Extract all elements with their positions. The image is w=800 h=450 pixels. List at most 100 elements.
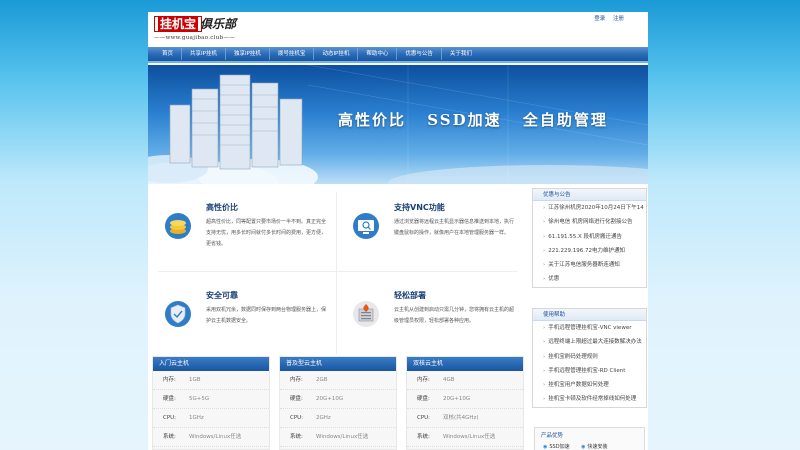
plan-row: 硬盘: 5G+5G (153, 390, 269, 409)
feature-title: 轻松部署 (394, 291, 426, 300)
notice-item[interactable]: 关于江苏电信服务器断连通知 (533, 258, 646, 272)
plan-row: CPU: 双核(共4GHz) (407, 409, 523, 428)
plan-value: 20G+10G (316, 396, 344, 402)
help-item[interactable]: 挂机宝用户数据如何处理 (533, 378, 646, 392)
plan-value: 4GB (443, 377, 455, 383)
feature-desc: 采用双机冗余，数据同时保存到两台物理服务器上，保护云主机数据安全。 (206, 307, 327, 324)
plan-field: 硬盘: (290, 396, 303, 402)
plan-card[interactable]: 双核云主机 内存: 4GB 硬盘: 20G+10G CPU: 双核(共4GHz) 系统… (406, 356, 524, 450)
slogan-ssd: SSD加速 (427, 111, 502, 129)
plan-value: 2GHz (316, 415, 331, 421)
plan-value: 双核(共4GHz) (443, 415, 479, 421)
help-item[interactable]: 挂机宝卡顿及软件经常掉线如何处理 (533, 392, 646, 406)
nav-help[interactable]: 帮助中心 (358, 47, 396, 61)
hero-banner: 高性价比 SSD加速 全自助管理 (148, 65, 648, 184)
plan-row: 内存: 4GB (407, 371, 523, 390)
notice-item[interactable]: 61.191.55.X 段机房搬迁通告 (533, 230, 646, 244)
plan-card[interactable]: 普及型云主机 内存: 2GB 硬盘: 20G+10G CPU: 2GHz 系统: Win… (279, 356, 397, 450)
plan-row: 内存: 2GB (280, 371, 396, 390)
plan-value: Windows/Linux任选 (316, 434, 369, 440)
top-links: 登录 注册 (588, 14, 624, 22)
register-link[interactable]: 注册 (613, 16, 624, 22)
nav-about[interactable]: 关于我们 (442, 47, 480, 61)
product-advantage-item: SSD加速 (543, 444, 570, 450)
plan-card[interactable]: 入门云主机 内存: 1GB 硬盘: 5G+5G CPU: 1GHz 系统: Window… (152, 356, 270, 450)
plan-value: 1GB (189, 377, 201, 383)
notice-title[interactable]: 优惠与公告 (533, 189, 646, 201)
feature-item: 轻松部署 云主机从创建到启动只需几分钟，您将拥有云主机的超级管理员权限，轻松部署… (336, 272, 524, 360)
help-panel: 使用帮助 手机远程管理挂机宝-VNC viewer 远程终端上限超过最大连接数解… (532, 308, 647, 408)
feature-item: 高性价比 超高性价比，同等配置只要市场价一半不到。真正完全支持无忧，用多长时间就… (148, 184, 336, 272)
plan-field: 系统: (290, 434, 303, 440)
feature-desc: 通过浏览器将远程云主机显示器信息推送到本地，执行键盘鼠标的操作，就像用户在本地管… (394, 219, 515, 236)
plan-field: CPU: (163, 415, 177, 421)
feature-title: 高性价比 (206, 203, 238, 212)
plan-row: 系统: Windows/Linux任选 (280, 428, 396, 447)
help-item[interactable]: 挂机宝刷码处理规则 (533, 350, 646, 364)
plan-title[interactable]: 双核云主机 (407, 357, 523, 371)
notice-item[interactable]: 221.229.196.72电力维护通知 (533, 244, 646, 258)
help-title[interactable]: 使用帮助 (533, 309, 646, 321)
nav-dialup[interactable]: 拨号挂机宝 (270, 47, 314, 61)
nav-dynamic-ip[interactable]: 动态IP挂机 (314, 47, 357, 61)
nav-separator (268, 48, 270, 60)
nav-shared-ip[interactable]: 共享IP挂机 (182, 47, 225, 61)
feature-desc: 云主机从创建到启动只需几分钟，您将拥有云主机的超级管理员权限，轻松部署各种应用。 (394, 307, 515, 324)
nav-separator (357, 48, 359, 60)
plan-row: 硬盘: 20G+10G (407, 390, 523, 409)
slogan-value: 高性价比 (338, 111, 407, 129)
feature-title: 安全可靠 (206, 291, 238, 300)
help-item[interactable]: 手机远程管理挂机宝-VNC viewer (533, 321, 646, 335)
nav-promotions[interactable]: 优惠与公告 (397, 47, 441, 61)
page-container: 挂机宝 俱乐部 ——www.guajibao.club—— 登录 注册 首页 共… (148, 12, 648, 450)
plan-field: 内存: (163, 377, 176, 383)
plan-value: 20G+10G (443, 396, 471, 402)
plan-value: Windows/Linux任选 (189, 434, 242, 440)
login-link[interactable]: 登录 (594, 16, 605, 22)
coins-icon (165, 213, 191, 239)
plan-value: 1GHz (189, 415, 204, 421)
product-advantage-title: 产品优势 (541, 433, 564, 439)
notice-item[interactable]: 徐州电信 机房网络进行化割接公告 (533, 215, 646, 229)
plan-field: 内存: (417, 377, 430, 383)
plan-title[interactable]: 普及型云主机 (280, 357, 396, 371)
help-item[interactable]: 手机远程管理挂机宝-RD Client (533, 364, 646, 378)
feature-desc: 超高性价比，同等配置只要市场价一半不到。真正完全支持无忧，用多长时间就付多长时间… (206, 219, 327, 247)
plan-row: 系统: Windows/Linux任选 (407, 428, 523, 447)
plan-field: 系统: (163, 434, 176, 440)
help-item[interactable]: 远程终端上限超过最大连接数解决办法 (533, 335, 646, 349)
nav-separator (224, 48, 226, 60)
site-logo[interactable]: 挂机宝 俱乐部 ——www.guajibao.club—— (154, 16, 246, 46)
plan-title[interactable]: 入门云主机 (153, 357, 269, 371)
features-section: 高性价比 超高性价比，同等配置只要市场价一半不到。真正完全支持无忧，用多长时间就… (148, 184, 525, 362)
plan-value: Windows/Linux任选 (443, 434, 496, 440)
logo-url: ——www.guajibao.club—— (154, 35, 235, 41)
plan-field: CPU: (417, 415, 431, 421)
nav-separator (440, 48, 442, 60)
slogan-self-service: 全自助管理 (522, 111, 608, 129)
plan-value: 5G+5G (189, 396, 210, 402)
banner-slogan: 高性价比 SSD加速 全自助管理 (338, 109, 622, 130)
plan-field: 系统: (417, 434, 430, 440)
logo-brand-text: 挂机宝 (158, 17, 199, 31)
monitor-search-icon (353, 213, 379, 239)
feature-item: 安全可靠 采用双机冗余，数据同时保存到两台物理服务器上，保护云主机数据安全。 (148, 272, 336, 360)
plan-field: 硬盘: (163, 396, 176, 402)
plan-row: 硬盘: 20G+10G (280, 390, 396, 409)
nav-dedicated-ip[interactable]: 独享IP挂机 (226, 47, 269, 61)
notice-item[interactable]: 优惠 (533, 272, 646, 286)
shield-icon (165, 301, 191, 327)
plan-value: 2GB (316, 377, 328, 383)
main-nav: 首页 共享IP挂机 独享IP挂机 拨号挂机宝 动态IP挂机 帮助中心 优惠与公告… (148, 47, 648, 63)
feature-item: 支持VNC功能 通过浏览器将远程云主机显示器信息推送到本地，执行键盘鼠标的操作，… (336, 184, 524, 272)
nav-separator (181, 48, 183, 60)
logo-brand: 挂机宝 (154, 16, 203, 32)
notice-panel: 优惠与公告 江苏徐州机房2020年10月24日下午14 徐州电信 机房网络进行化… (532, 188, 647, 288)
product-advantage-panel: 产品优势 SSD加速 快速安装 (534, 427, 645, 450)
logo-club: 俱乐部 (200, 17, 237, 31)
server-fire-icon (353, 301, 379, 327)
notice-item[interactable]: 江苏徐州机房2020年10月24日下午14 (533, 201, 646, 215)
plan-field: 内存: (290, 377, 303, 383)
product-advantage-item: 快速安装 (581, 444, 607, 450)
nav-home[interactable]: 首页 (154, 47, 181, 61)
